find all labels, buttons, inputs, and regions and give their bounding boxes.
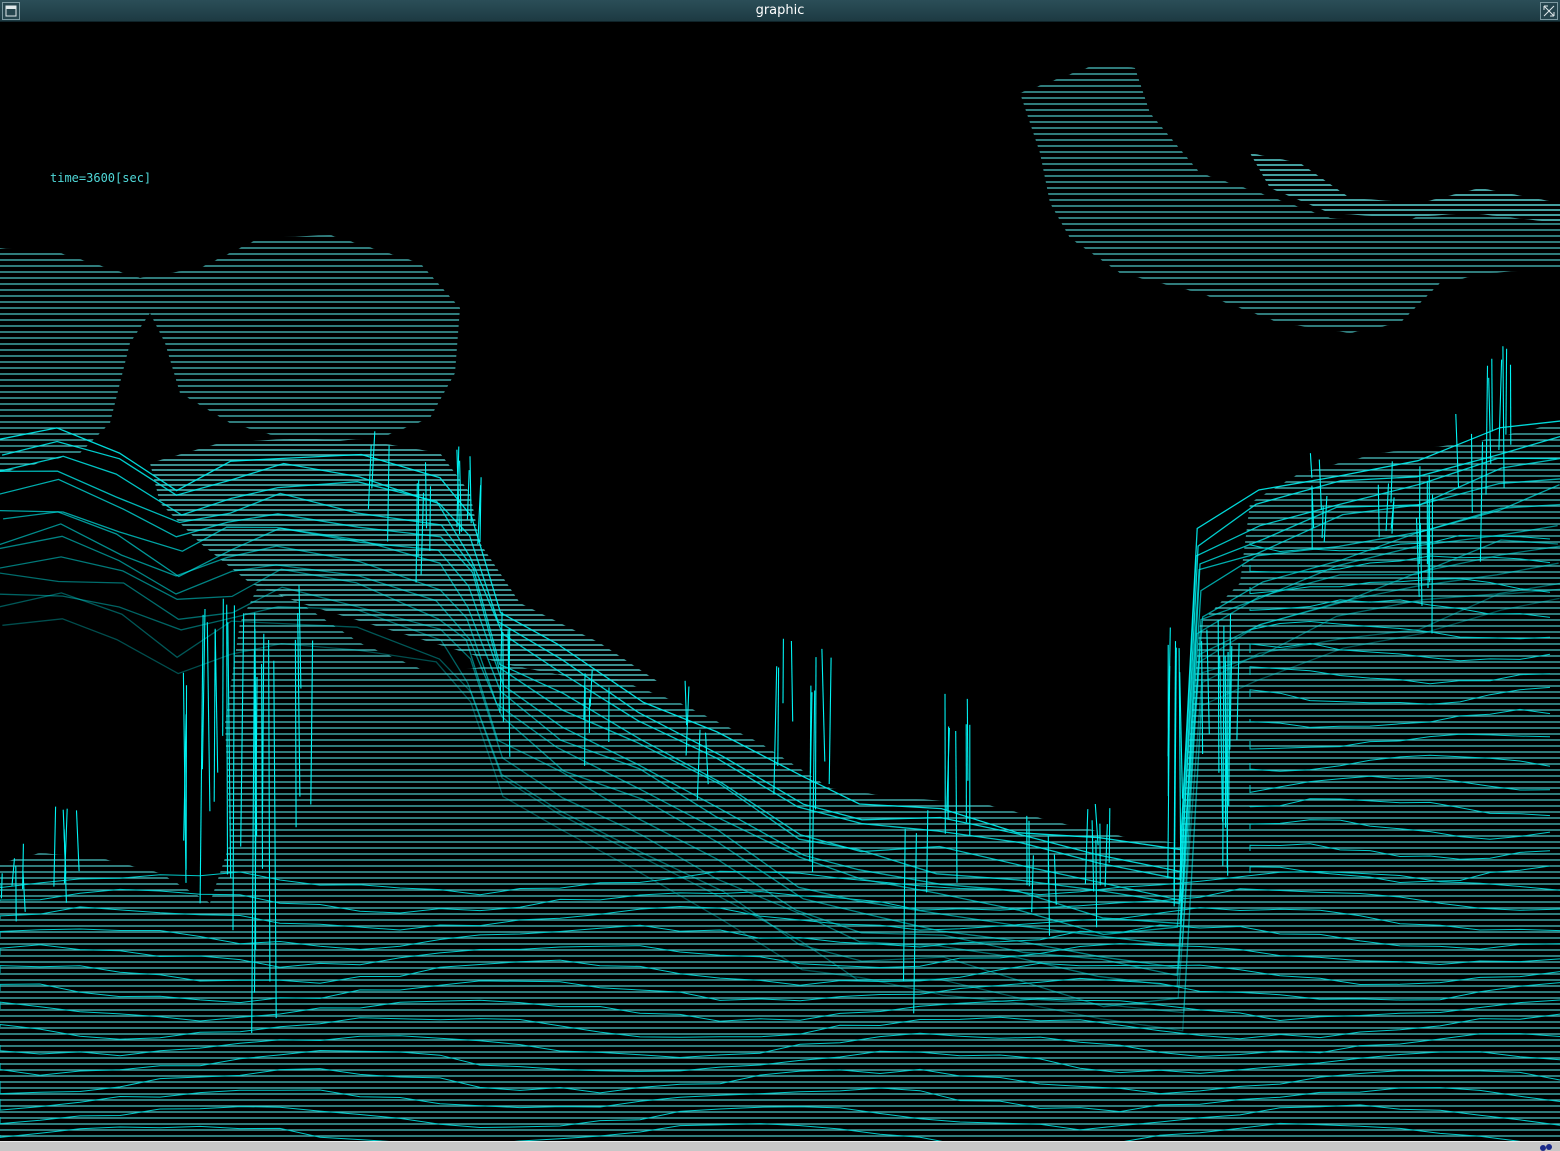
spike-line (1491, 358, 1493, 432)
spike-line (828, 657, 832, 785)
spike-line (1505, 348, 1508, 435)
spike-line (294, 639, 297, 828)
spike-line (1095, 839, 1098, 928)
spike-line (584, 688, 586, 766)
spike-line (814, 657, 817, 810)
spike-line (790, 640, 794, 722)
spike-line (1431, 494, 1434, 634)
spike-line (1418, 466, 1421, 565)
maximize-icon (1543, 5, 1555, 17)
spike-line (1428, 474, 1431, 583)
maximize-button[interactable] (1540, 2, 1558, 20)
spike-line (777, 667, 780, 767)
wireframe-surface-plot (0, 63, 1560, 1148)
spike-line (417, 479, 420, 557)
spike-line (226, 604, 229, 875)
spike-line (966, 698, 969, 781)
spike-line (213, 628, 216, 802)
surface-region-upper-left (0, 235, 460, 473)
spike-line (821, 648, 826, 762)
spike-line (502, 632, 504, 722)
spike-line (1217, 620, 1220, 773)
plot-canvas: time=3600[sec] (0, 23, 1560, 1148)
window-title: graphic (755, 3, 805, 18)
spike-line (508, 628, 511, 688)
spike-line (182, 672, 187, 883)
spike-line (429, 486, 432, 552)
spike-line (206, 622, 211, 812)
time-label: time=3600[sec] (50, 171, 152, 185)
spike-line (222, 598, 224, 736)
tray-network-icon[interactable] (1538, 1142, 1554, 1151)
graphic-window: graphic time=3600[sec] (0, 0, 1560, 1151)
title-bar[interactable]: graphic (0, 0, 1560, 22)
status-bar (0, 1141, 1560, 1151)
spike-line (1108, 808, 1111, 863)
